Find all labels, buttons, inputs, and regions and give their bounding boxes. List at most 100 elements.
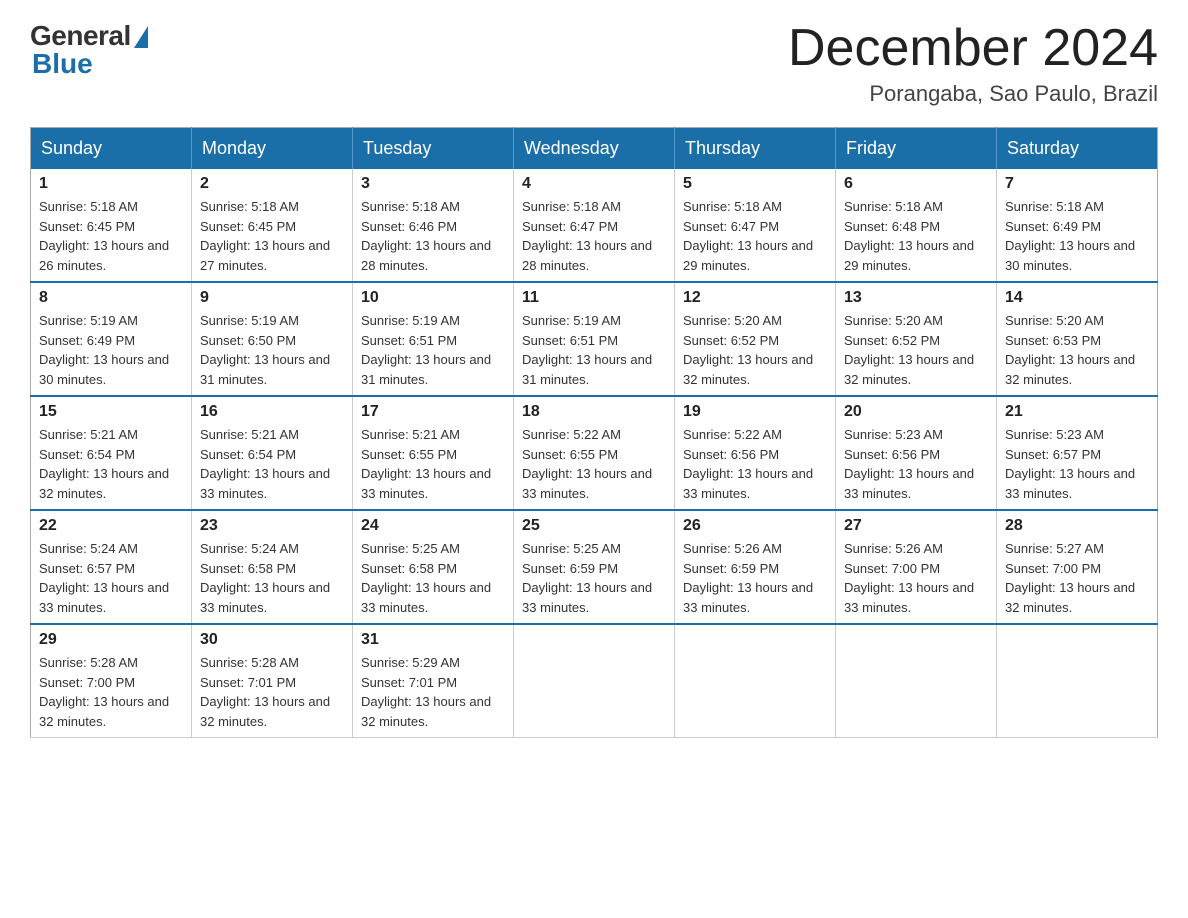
day-cell-13: 13 Sunrise: 5:20 AMSunset: 6:52 PMDaylig… bbox=[836, 282, 997, 396]
day-number: 26 bbox=[683, 517, 827, 535]
day-cell-27: 27 Sunrise: 5:26 AMSunset: 7:00 PMDaylig… bbox=[836, 510, 997, 624]
day-cell-3: 3 Sunrise: 5:18 AMSunset: 6:46 PMDayligh… bbox=[353, 169, 514, 282]
week-row-1: 1 Sunrise: 5:18 AMSunset: 6:45 PMDayligh… bbox=[31, 169, 1158, 282]
day-cell-8: 8 Sunrise: 5:19 AMSunset: 6:49 PMDayligh… bbox=[31, 282, 192, 396]
day-cell-29: 29 Sunrise: 5:28 AMSunset: 7:00 PMDaylig… bbox=[31, 624, 192, 738]
day-info: Sunrise: 5:18 AMSunset: 6:46 PMDaylight:… bbox=[361, 197, 505, 275]
day-number: 30 bbox=[200, 631, 344, 649]
day-cell-14: 14 Sunrise: 5:20 AMSunset: 6:53 PMDaylig… bbox=[997, 282, 1158, 396]
weekday-header-monday: Monday bbox=[192, 128, 353, 170]
day-number: 12 bbox=[683, 289, 827, 307]
day-number: 7 bbox=[1005, 175, 1149, 193]
day-cell-2: 2 Sunrise: 5:18 AMSunset: 6:45 PMDayligh… bbox=[192, 169, 353, 282]
day-cell-26: 26 Sunrise: 5:26 AMSunset: 6:59 PMDaylig… bbox=[675, 510, 836, 624]
day-info: Sunrise: 5:21 AMSunset: 6:54 PMDaylight:… bbox=[39, 425, 183, 503]
logo-blue-text: Blue bbox=[30, 48, 93, 80]
day-number: 24 bbox=[361, 517, 505, 535]
day-cell-9: 9 Sunrise: 5:19 AMSunset: 6:50 PMDayligh… bbox=[192, 282, 353, 396]
day-cell-28: 28 Sunrise: 5:27 AMSunset: 7:00 PMDaylig… bbox=[997, 510, 1158, 624]
day-info: Sunrise: 5:20 AMSunset: 6:53 PMDaylight:… bbox=[1005, 311, 1149, 389]
day-info: Sunrise: 5:18 AMSunset: 6:47 PMDaylight:… bbox=[522, 197, 666, 275]
day-cell-15: 15 Sunrise: 5:21 AMSunset: 6:54 PMDaylig… bbox=[31, 396, 192, 510]
day-cell-10: 10 Sunrise: 5:19 AMSunset: 6:51 PMDaylig… bbox=[353, 282, 514, 396]
day-cell-11: 11 Sunrise: 5:19 AMSunset: 6:51 PMDaylig… bbox=[514, 282, 675, 396]
day-info: Sunrise: 5:29 AMSunset: 7:01 PMDaylight:… bbox=[361, 653, 505, 731]
day-cell-16: 16 Sunrise: 5:21 AMSunset: 6:54 PMDaylig… bbox=[192, 396, 353, 510]
day-number: 5 bbox=[683, 175, 827, 193]
day-number: 29 bbox=[39, 631, 183, 649]
day-number: 9 bbox=[200, 289, 344, 307]
day-cell-25: 25 Sunrise: 5:25 AMSunset: 6:59 PMDaylig… bbox=[514, 510, 675, 624]
day-info: Sunrise: 5:18 AMSunset: 6:47 PMDaylight:… bbox=[683, 197, 827, 275]
day-number: 2 bbox=[200, 175, 344, 193]
day-number: 4 bbox=[522, 175, 666, 193]
day-number: 17 bbox=[361, 403, 505, 421]
day-info: Sunrise: 5:19 AMSunset: 6:49 PMDaylight:… bbox=[39, 311, 183, 389]
day-info: Sunrise: 5:21 AMSunset: 6:54 PMDaylight:… bbox=[200, 425, 344, 503]
logo-triangle-icon bbox=[134, 26, 148, 48]
day-cell-7: 7 Sunrise: 5:18 AMSunset: 6:49 PMDayligh… bbox=[997, 169, 1158, 282]
day-cell-6: 6 Sunrise: 5:18 AMSunset: 6:48 PMDayligh… bbox=[836, 169, 997, 282]
day-number: 21 bbox=[1005, 403, 1149, 421]
day-number: 27 bbox=[844, 517, 988, 535]
empty-cell-4-6 bbox=[997, 624, 1158, 738]
week-row-4: 22 Sunrise: 5:24 AMSunset: 6:57 PMDaylig… bbox=[31, 510, 1158, 624]
day-info: Sunrise: 5:19 AMSunset: 6:50 PMDaylight:… bbox=[200, 311, 344, 389]
day-info: Sunrise: 5:18 AMSunset: 6:45 PMDaylight:… bbox=[200, 197, 344, 275]
day-number: 13 bbox=[844, 289, 988, 307]
day-cell-22: 22 Sunrise: 5:24 AMSunset: 6:57 PMDaylig… bbox=[31, 510, 192, 624]
title-block: December 2024 Porangaba, Sao Paulo, Braz… bbox=[788, 20, 1158, 107]
day-info: Sunrise: 5:28 AMSunset: 7:01 PMDaylight:… bbox=[200, 653, 344, 731]
weekday-header-saturday: Saturday bbox=[997, 128, 1158, 170]
day-info: Sunrise: 5:18 AMSunset: 6:49 PMDaylight:… bbox=[1005, 197, 1149, 275]
day-info: Sunrise: 5:22 AMSunset: 6:56 PMDaylight:… bbox=[683, 425, 827, 503]
day-number: 8 bbox=[39, 289, 183, 307]
calendar-table: SundayMondayTuesdayWednesdayThursdayFrid… bbox=[30, 127, 1158, 738]
day-info: Sunrise: 5:23 AMSunset: 6:57 PMDaylight:… bbox=[1005, 425, 1149, 503]
day-cell-17: 17 Sunrise: 5:21 AMSunset: 6:55 PMDaylig… bbox=[353, 396, 514, 510]
day-number: 31 bbox=[361, 631, 505, 649]
day-number: 20 bbox=[844, 403, 988, 421]
day-number: 23 bbox=[200, 517, 344, 535]
day-info: Sunrise: 5:24 AMSunset: 6:58 PMDaylight:… bbox=[200, 539, 344, 617]
day-cell-24: 24 Sunrise: 5:25 AMSunset: 6:58 PMDaylig… bbox=[353, 510, 514, 624]
day-info: Sunrise: 5:28 AMSunset: 7:00 PMDaylight:… bbox=[39, 653, 183, 731]
day-info: Sunrise: 5:20 AMSunset: 6:52 PMDaylight:… bbox=[683, 311, 827, 389]
day-cell-12: 12 Sunrise: 5:20 AMSunset: 6:52 PMDaylig… bbox=[675, 282, 836, 396]
day-info: Sunrise: 5:26 AMSunset: 7:00 PMDaylight:… bbox=[844, 539, 988, 617]
day-cell-5: 5 Sunrise: 5:18 AMSunset: 6:47 PMDayligh… bbox=[675, 169, 836, 282]
empty-cell-4-4 bbox=[675, 624, 836, 738]
day-number: 6 bbox=[844, 175, 988, 193]
day-number: 1 bbox=[39, 175, 183, 193]
day-number: 11 bbox=[522, 289, 666, 307]
day-info: Sunrise: 5:22 AMSunset: 6:55 PMDaylight:… bbox=[522, 425, 666, 503]
day-number: 10 bbox=[361, 289, 505, 307]
weekday-header-sunday: Sunday bbox=[31, 128, 192, 170]
day-info: Sunrise: 5:25 AMSunset: 6:59 PMDaylight:… bbox=[522, 539, 666, 617]
day-cell-20: 20 Sunrise: 5:23 AMSunset: 6:56 PMDaylig… bbox=[836, 396, 997, 510]
weekday-header-tuesday: Tuesday bbox=[353, 128, 514, 170]
day-cell-19: 19 Sunrise: 5:22 AMSunset: 6:56 PMDaylig… bbox=[675, 396, 836, 510]
day-number: 3 bbox=[361, 175, 505, 193]
day-number: 15 bbox=[39, 403, 183, 421]
weekday-header-thursday: Thursday bbox=[675, 128, 836, 170]
day-number: 14 bbox=[1005, 289, 1149, 307]
weekday-header-row: SundayMondayTuesdayWednesdayThursdayFrid… bbox=[31, 128, 1158, 170]
day-number: 18 bbox=[522, 403, 666, 421]
day-cell-30: 30 Sunrise: 5:28 AMSunset: 7:01 PMDaylig… bbox=[192, 624, 353, 738]
day-info: Sunrise: 5:18 AMSunset: 6:48 PMDaylight:… bbox=[844, 197, 988, 275]
day-info: Sunrise: 5:26 AMSunset: 6:59 PMDaylight:… bbox=[683, 539, 827, 617]
day-number: 16 bbox=[200, 403, 344, 421]
week-row-2: 8 Sunrise: 5:19 AMSunset: 6:49 PMDayligh… bbox=[31, 282, 1158, 396]
logo: General Blue bbox=[30, 20, 148, 80]
day-cell-18: 18 Sunrise: 5:22 AMSunset: 6:55 PMDaylig… bbox=[514, 396, 675, 510]
day-info: Sunrise: 5:25 AMSunset: 6:58 PMDaylight:… bbox=[361, 539, 505, 617]
weekday-header-friday: Friday bbox=[836, 128, 997, 170]
day-cell-31: 31 Sunrise: 5:29 AMSunset: 7:01 PMDaylig… bbox=[353, 624, 514, 738]
day-info: Sunrise: 5:27 AMSunset: 7:00 PMDaylight:… bbox=[1005, 539, 1149, 617]
month-title: December 2024 bbox=[788, 20, 1158, 77]
empty-cell-4-3 bbox=[514, 624, 675, 738]
day-info: Sunrise: 5:19 AMSunset: 6:51 PMDaylight:… bbox=[361, 311, 505, 389]
day-cell-4: 4 Sunrise: 5:18 AMSunset: 6:47 PMDayligh… bbox=[514, 169, 675, 282]
day-info: Sunrise: 5:18 AMSunset: 6:45 PMDaylight:… bbox=[39, 197, 183, 275]
